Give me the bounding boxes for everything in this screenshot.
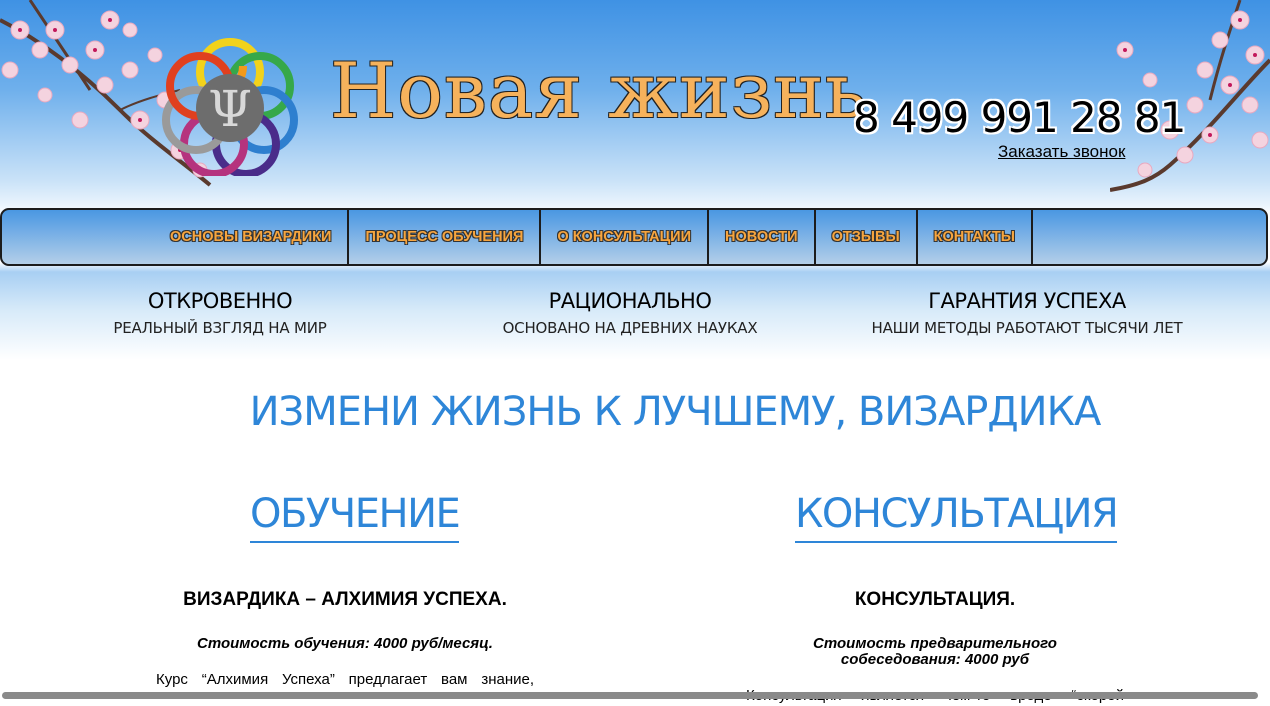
svg-text:Ψ: Ψ — [208, 80, 252, 138]
feature-title: ГАРАНТИЯ УСПЕХА — [928, 289, 1126, 313]
feature-rational: РАЦИОНАЛЬНО ОСНОВАНО НА ДРЕВНИХ НАУКАХ — [430, 286, 830, 340]
horizontal-scrollbar[interactable] — [2, 692, 1258, 699]
main-heading: ИЗМЕНИ ЖИЗНЬ К ЛУЧШЕМУ, ВИЗАРДИКА — [249, 389, 1102, 435]
nav-item-wizardry-basics[interactable]: Основы визардики — [154, 210, 350, 264]
learning-column: ВИЗАРДИКА – АЛХИМИЯ УСПЕХА. Стоимость об… — [150, 588, 540, 690]
main-nav: Основы визардики Процесс обучения О конс… — [0, 208, 1268, 266]
consultation-column: КОНСУЛЬТАЦИЯ. Стоимость предварительного… — [740, 588, 1130, 706]
nav-item-reviews[interactable]: Отзывы — [816, 210, 918, 264]
psi-flower-logo-icon: Ψ — [162, 36, 298, 176]
nav-item-contacts[interactable]: Контакты — [918, 210, 1033, 264]
learning-heading-link[interactable]: ОБУЧЕНИЕ — [250, 488, 461, 543]
nav-item-learning-process[interactable]: Процесс обучения — [349, 210, 542, 264]
learning-price: Стоимость обучения: 4000 руб/месяц. — [197, 635, 493, 652]
feature-title: РАЦИОНАЛЬНО — [548, 289, 712, 313]
feature-subtitle: РЕАЛЬНЫЙ ВЗГЛЯД НА МИР — [113, 319, 327, 337]
callback-link[interactable]: Заказать звонок — [998, 142, 1125, 162]
learning-subtitle: ВИЗАРДИКА – АЛХИМИЯ УСПЕХА. — [183, 589, 507, 610]
consultation-heading-link[interactable]: КОНСУЛЬТАЦИЯ — [795, 488, 1119, 543]
consultation-price: Стоимость предварительного собеседования… — [813, 635, 1057, 668]
nav-list: Основы визардики Процесс обучения О конс… — [154, 210, 1033, 264]
consultation-subtitle: КОНСУЛЬТАЦИЯ. — [854, 589, 1016, 610]
nav-item-news[interactable]: Новости — [709, 210, 816, 264]
feature-subtitle: ОСНОВАНО НА ДРЕВНИХ НАУКАХ — [502, 319, 758, 337]
feature-subtitle: НАШИ МЕТОДЫ РАБОТАЮТ ТЫСЯЧИ ЛЕТ — [871, 319, 1183, 337]
phone-number[interactable]: 8 499 991 28 81 — [853, 92, 1186, 144]
site-title: Новая жизнь — [330, 46, 868, 135]
nav-item-about-consultation[interactable]: О консультации — [541, 210, 710, 264]
feature-title: ОТКРОВЕННО — [147, 289, 293, 313]
feature-success-guarantee: ГАРАНТИЯ УСПЕХА НАШИ МЕТОДЫ РАБОТАЮТ ТЫС… — [827, 286, 1227, 340]
feature-frank: ОТКРОВЕННО РЕАЛЬНЫЙ ВЗГЛЯД НА МИР — [20, 286, 420, 340]
learning-body: Курс “Алхимия Успеха” предлагает вам зна… — [156, 671, 534, 688]
